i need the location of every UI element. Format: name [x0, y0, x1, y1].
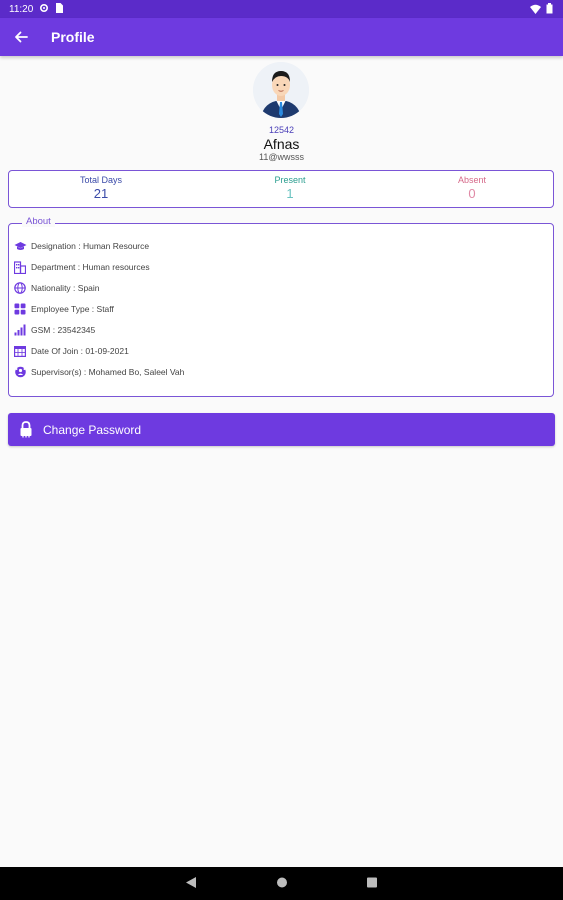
arrow-left-icon	[15, 31, 28, 43]
stat-present: Present 1	[230, 175, 350, 201]
stat-absent: Absent 0	[412, 175, 532, 201]
about-row-date-of-join: Date Of Join : 01-09-2021	[13, 343, 129, 359]
stat-present-label: Present	[274, 175, 306, 185]
square-recents-icon	[367, 877, 377, 888]
stat-absent-label: Absent	[457, 175, 487, 185]
wifi-icon	[530, 4, 541, 17]
app-bar: Profile	[0, 18, 563, 56]
stat-present-value: 1	[286, 186, 294, 201]
about-row-text: Supervisor(s) : Mohamed Bo, Saleel Vah	[31, 367, 185, 377]
about-row-designation: Designation : Human Resource	[13, 238, 149, 254]
about-row-supervisors: Supervisor(s) : Mohamed Bo, Saleel Vah	[13, 364, 184, 380]
employee-name: Afnas	[263, 136, 300, 152]
change-password-label: Change Password	[43, 423, 142, 437]
globe-icon	[13, 281, 27, 295]
nav-back-button[interactable]	[185, 876, 197, 894]
about-row-gsm: GSM : 23542345	[13, 322, 95, 338]
about-row-text: Nationality : Spain	[31, 283, 100, 293]
triangle-back-icon	[186, 877, 196, 888]
avatar	[253, 62, 309, 118]
stat-total-days-value: 21	[93, 186, 109, 201]
grid-icon	[13, 302, 27, 316]
about-row-text: Designation : Human Resource	[31, 241, 150, 251]
about-row-text: Employee Type : Staff	[31, 304, 114, 314]
about-row-employee-type: Employee Type : Staff	[13, 301, 114, 317]
about-card: About Designation : Human Resource Depar…	[8, 216, 554, 397]
stat-absent-value: 0	[468, 186, 476, 201]
about-row-department: Department : Human resources	[13, 259, 150, 275]
battery-icon	[546, 3, 553, 17]
about-row-text: Department : Human resources	[31, 262, 150, 272]
stat-total-days-label: Total Days	[79, 175, 123, 185]
graduation-cap-icon	[13, 239, 27, 253]
attendance-stats-card: Total Days 21 Present 1 Absent 0	[8, 170, 554, 208]
about-title: About	[22, 216, 55, 227]
employee-email: 11@wwsss	[259, 152, 304, 162]
status-bar: 11:20	[0, 0, 563, 18]
sim-card-icon	[55, 3, 64, 16]
back-button[interactable]	[8, 24, 34, 50]
nav-recents-button[interactable]	[366, 876, 378, 894]
lock-icon	[18, 421, 34, 443]
supervisor-icon	[13, 365, 27, 379]
change-password-button[interactable]: Change Password	[8, 413, 555, 446]
about-row-nationality: Nationality : Spain	[13, 280, 100, 296]
status-time: 11:20	[9, 4, 34, 15]
employee-id: 12542	[268, 125, 295, 135]
circle-home-icon	[277, 877, 287, 888]
signal-icon	[13, 323, 27, 337]
calendar-icon	[13, 344, 27, 358]
stat-total-days: Total Days 21	[41, 175, 161, 201]
settings-gear-icon	[39, 3, 49, 16]
building-icon	[13, 260, 27, 274]
system-nav-bar	[0, 867, 563, 900]
about-row-text: GSM : 23542345	[31, 325, 96, 335]
nav-home-button[interactable]	[276, 876, 288, 894]
about-row-text: Date Of Join : 01-09-2021	[31, 346, 129, 356]
page-title: Profile	[51, 29, 95, 45]
